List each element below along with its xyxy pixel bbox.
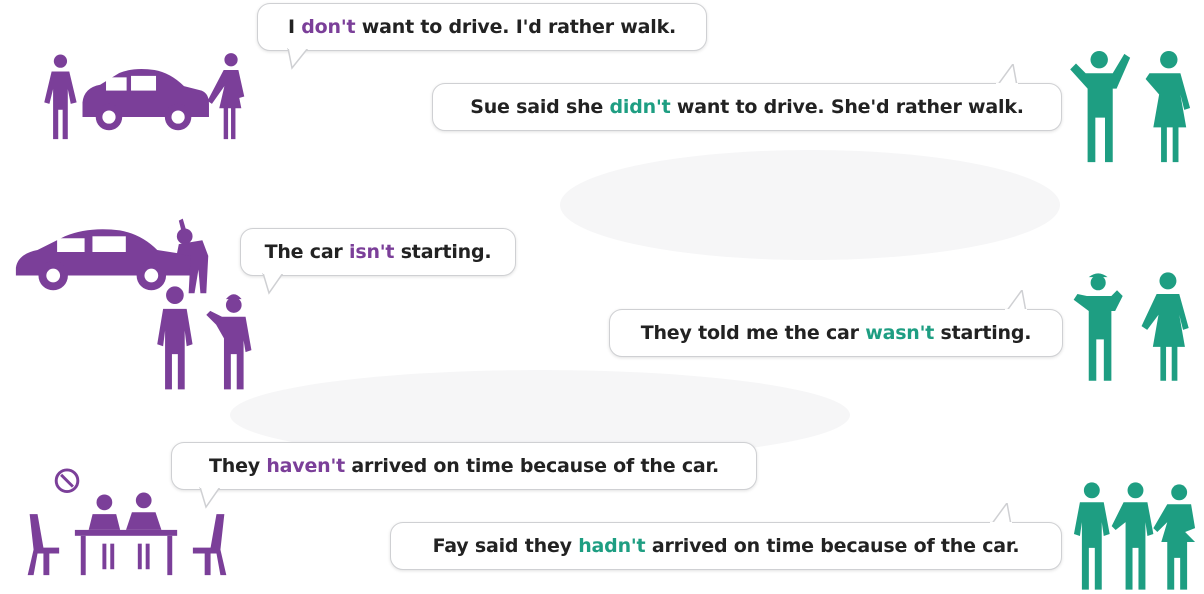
people-with-car-icon — [44, 53, 245, 140]
sentence-part: arrived on time because of the car. — [645, 535, 1020, 557]
negative-verb-highlight: didn't — [609, 96, 671, 118]
sentence-part: want to drive. I'd rather walk. — [355, 16, 677, 38]
background-shape — [560, 150, 1060, 260]
direct-speech-bubble: The car isn't starting. — [240, 228, 516, 295]
sentence-part: starting. — [934, 322, 1032, 344]
direct-speech-bubble: I don't want to drive. I'd rather walk. — [257, 3, 707, 70]
sentence-part: Sue said she — [470, 96, 610, 118]
reported-speech-bubble: Sue said she didn't want to drive. She'd… — [432, 64, 1062, 131]
mechanic-repairing-car-icon — [15, 218, 252, 390]
negative-verb-highlight: don't — [301, 16, 356, 38]
sentence-part: starting. — [394, 241, 492, 263]
sentence-part: Fay said they — [432, 535, 579, 557]
sentence-part: The car — [264, 241, 350, 263]
sentence-part: arrived on time because of the car. — [345, 455, 719, 477]
sentence-part: I — [287, 16, 302, 38]
reported-speech-bubble: They told me the car wasn't starting. — [609, 290, 1063, 357]
two-people-talking-icon — [1070, 50, 1191, 163]
negative-verb-highlight: haven't — [266, 455, 346, 477]
sentence-part: want to drive. She'd rather walk. — [670, 96, 1024, 118]
sentence-part: They — [208, 455, 267, 477]
direct-speech-bubble: They haven't arrived on time because of … — [171, 442, 757, 509]
negative-verb-highlight: isn't — [349, 241, 395, 263]
sentence-part: They told me the car — [640, 322, 866, 344]
three-people-talking-icon — [1073, 482, 1196, 590]
two-people-talking-icon — [1073, 272, 1189, 381]
negative-verb-highlight: wasn't — [865, 322, 935, 344]
reported-speech-bubble: Fay said they hadn't arrived on time bec… — [390, 503, 1062, 570]
negative-verb-highlight: hadn't — [578, 535, 646, 557]
